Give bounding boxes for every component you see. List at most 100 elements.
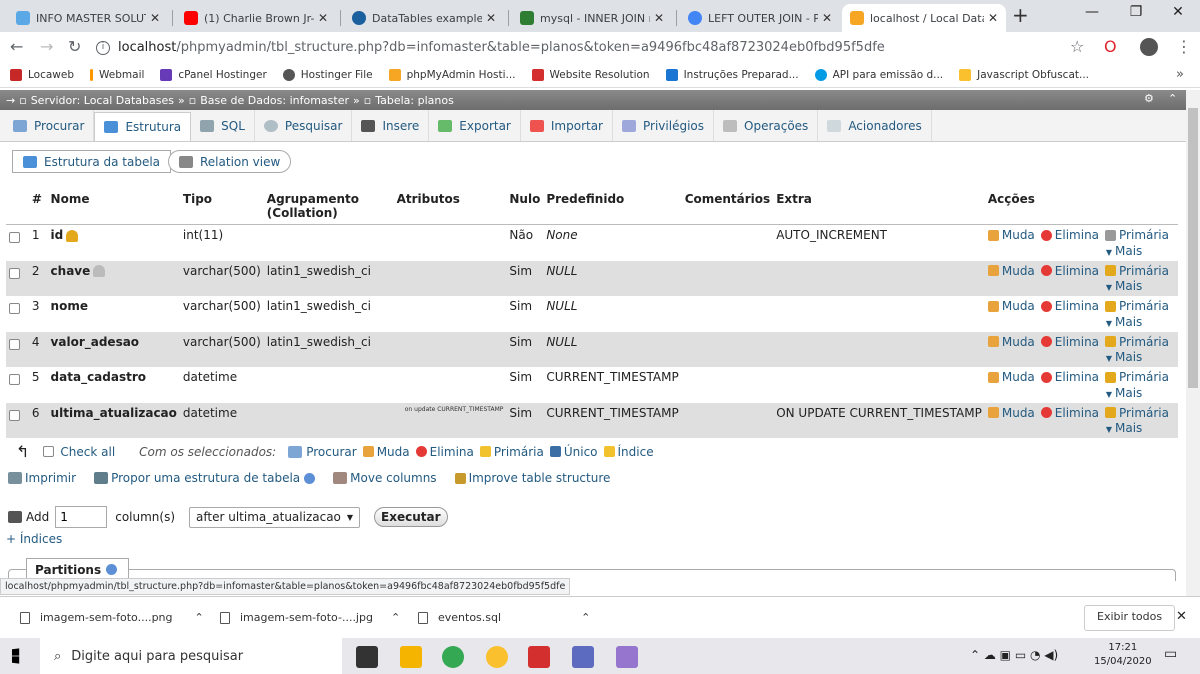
chrome-icon[interactable] — [442, 646, 464, 668]
bookmark[interactable]: Javascript Obfuscat... — [959, 68, 1089, 81]
tab-sql[interactable]: SQL — [191, 110, 255, 141]
filezilla-icon[interactable] — [528, 646, 550, 668]
indices-toggle[interactable]: + Índices — [6, 532, 62, 546]
gear-icon[interactable]: ⚙ — [1144, 92, 1154, 105]
row-checkbox[interactable] — [9, 409, 20, 421]
breadcrumb-table[interactable]: Tabela: planos — [375, 94, 454, 107]
tab-export[interactable]: Exportar — [429, 110, 521, 141]
row-checkbox[interactable] — [9, 303, 20, 314]
more-dropdown[interactable]: ▼ Mais — [1106, 350, 1175, 364]
show-all-downloads-button[interactable]: Exibir todos — [1084, 605, 1176, 631]
column-name[interactable]: ultima_atualizacao — [51, 406, 177, 420]
bookmark[interactable]: phpMyAdmin Hosti... — [388, 68, 516, 81]
bookmark[interactable]: cPanel Hostinger — [160, 68, 267, 81]
tab-operations[interactable]: Operações — [714, 110, 819, 141]
app-icon[interactable] — [486, 646, 508, 668]
primary-button[interactable]: Primária — [1105, 335, 1169, 349]
forward-icon[interactable]: → — [40, 37, 53, 56]
move-columns-link[interactable]: Move columns — [333, 471, 437, 485]
chevron-more-icon[interactable]: » — [1176, 67, 1184, 82]
browser-tab-active[interactable]: localhost / Local Datab ✕ — [842, 4, 1006, 32]
more-dropdown[interactable]: ▼ Mais — [1106, 421, 1175, 435]
collapse-icon[interactable]: ⌃ — [1168, 92, 1177, 105]
column-name[interactable]: nome — [51, 299, 88, 313]
browser-tab[interactable]: LEFT OUTER JOIN - Pes ✕ — [680, 4, 840, 32]
info-icon[interactable]: i — [96, 40, 110, 55]
primary-button[interactable]: Primária — [1105, 228, 1169, 242]
change-button[interactable]: Muda — [987, 264, 1035, 278]
close-icon[interactable]: ✕ — [318, 11, 328, 25]
tab-import[interactable]: Importar — [521, 110, 613, 141]
reload-icon[interactable]: ↻ — [68, 37, 81, 56]
browser-tab[interactable]: mysql - INNER JOIN re ✕ — [512, 4, 672, 32]
change-button[interactable]: Muda — [987, 370, 1035, 384]
bulk-drop-button[interactable]: Elimina — [415, 445, 474, 459]
close-icon[interactable]: ✕ — [988, 11, 998, 25]
download-item[interactable]: imagem-sem-foto-....jpg ⌃ — [220, 611, 400, 624]
app-icon[interactable] — [616, 646, 638, 668]
change-button[interactable]: Muda — [987, 335, 1035, 349]
close-icon[interactable]: ✕ — [654, 11, 664, 25]
drop-button[interactable]: Elimina — [1040, 299, 1099, 313]
app-icon[interactable] — [572, 646, 594, 668]
tab-browse[interactable]: Procurar — [4, 110, 95, 141]
close-icon[interactable]: ✕ — [150, 11, 160, 25]
row-checkbox[interactable] — [9, 338, 20, 350]
avatar[interactable] — [1140, 38, 1158, 56]
address-bar[interactable]: i localhost/phpmyadmin/tbl_structure.php… — [96, 36, 1096, 59]
tab-search[interactable]: Pesquisar — [255, 110, 353, 141]
tab-structure[interactable]: Estrutura — [94, 112, 192, 141]
chevron-up-icon[interactable]: ⌃ — [581, 611, 590, 624]
column-position-select[interactable]: after ultima_atualizacao ▼ — [189, 506, 361, 528]
close-icon[interactable]: ✕ — [822, 11, 832, 25]
window-close-icon[interactable]: ✕ — [1156, 4, 1200, 20]
browser-tab[interactable]: INFO MASTER SOLUTIC ✕ — [8, 4, 168, 32]
bulk-browse-button[interactable]: Procurar — [288, 445, 357, 459]
clock[interactable]: 17:21 15/04/2020 — [1094, 641, 1152, 669]
taskbar-search[interactable]: ⌕ Digite aqui para pesquisar — [40, 638, 342, 674]
help-icon[interactable] — [106, 564, 118, 575]
windows-start-icon[interactable] — [12, 648, 20, 664]
more-dropdown[interactable]: ▼ Mais — [1106, 279, 1175, 293]
bulk-index-button[interactable]: Índice — [603, 445, 654, 459]
primary-button[interactable]: Primária — [1105, 406, 1169, 420]
row-checkbox[interactable] — [9, 374, 20, 385]
column-count-input[interactable] — [55, 506, 108, 528]
drop-button[interactable]: Elimina — [1040, 228, 1099, 242]
primary-button[interactable]: Primária — [1105, 299, 1169, 313]
more-dropdown[interactable]: ▼ Mais — [1106, 386, 1175, 400]
bookmark[interactable]: API para emissão d... — [814, 68, 943, 81]
check-all-label[interactable]: Check all — [60, 445, 115, 459]
change-button[interactable]: Muda — [987, 299, 1035, 313]
row-checkbox[interactable] — [9, 267, 20, 279]
bookmark[interactable]: Webmail — [90, 68, 144, 81]
download-item[interactable]: imagem-sem-foto....png ⌃ — [20, 611, 204, 624]
change-button[interactable]: Muda — [987, 228, 1035, 242]
more-dropdown[interactable]: ▼ Mais — [1106, 315, 1175, 329]
bookmark[interactable]: Instruções Preparad... — [665, 68, 799, 81]
new-tab-icon[interactable]: + — [1012, 3, 1029, 27]
column-name[interactable]: data_cadastro — [51, 370, 146, 384]
primary-button[interactable]: Primária — [1105, 370, 1169, 384]
download-item[interactable]: eventos.sql ⌃ — [418, 611, 590, 624]
bookmark[interactable]: Locaweb — [10, 68, 74, 81]
close-icon[interactable]: ✕ — [1176, 609, 1187, 624]
browser-tab[interactable]: (1) Charlie Brown Jr- Qu ✕ — [176, 4, 336, 32]
improve-structure-link[interactable]: Improve table structure — [454, 471, 610, 485]
primary-button[interactable]: Primária — [1105, 264, 1169, 278]
bookmark[interactable]: Hostinger File — [282, 68, 373, 81]
column-name[interactable]: id — [51, 228, 64, 242]
close-icon[interactable]: ✕ — [486, 11, 496, 25]
tray-icons[interactable]: ⌃ ☁ ▣ ▭ ◔ ◀) — [970, 648, 1058, 662]
tab-insert[interactable]: Insere — [352, 110, 430, 141]
back-icon[interactable]: ← — [10, 37, 23, 56]
column-name[interactable]: chave — [51, 264, 91, 278]
tab-triggers[interactable]: Acionadores — [818, 110, 932, 141]
drop-button[interactable]: Elimina — [1040, 406, 1099, 420]
page-scrollbar[interactable] — [1186, 90, 1200, 596]
subtab-relation-view[interactable]: Relation view — [168, 150, 292, 173]
browser-tab[interactable]: DataTables example - jQ ✕ — [344, 4, 504, 32]
more-dropdown[interactable]: ▼ Mais — [1106, 244, 1175, 258]
sublime-icon[interactable] — [356, 646, 378, 668]
drop-button[interactable]: Elimina — [1040, 264, 1099, 278]
